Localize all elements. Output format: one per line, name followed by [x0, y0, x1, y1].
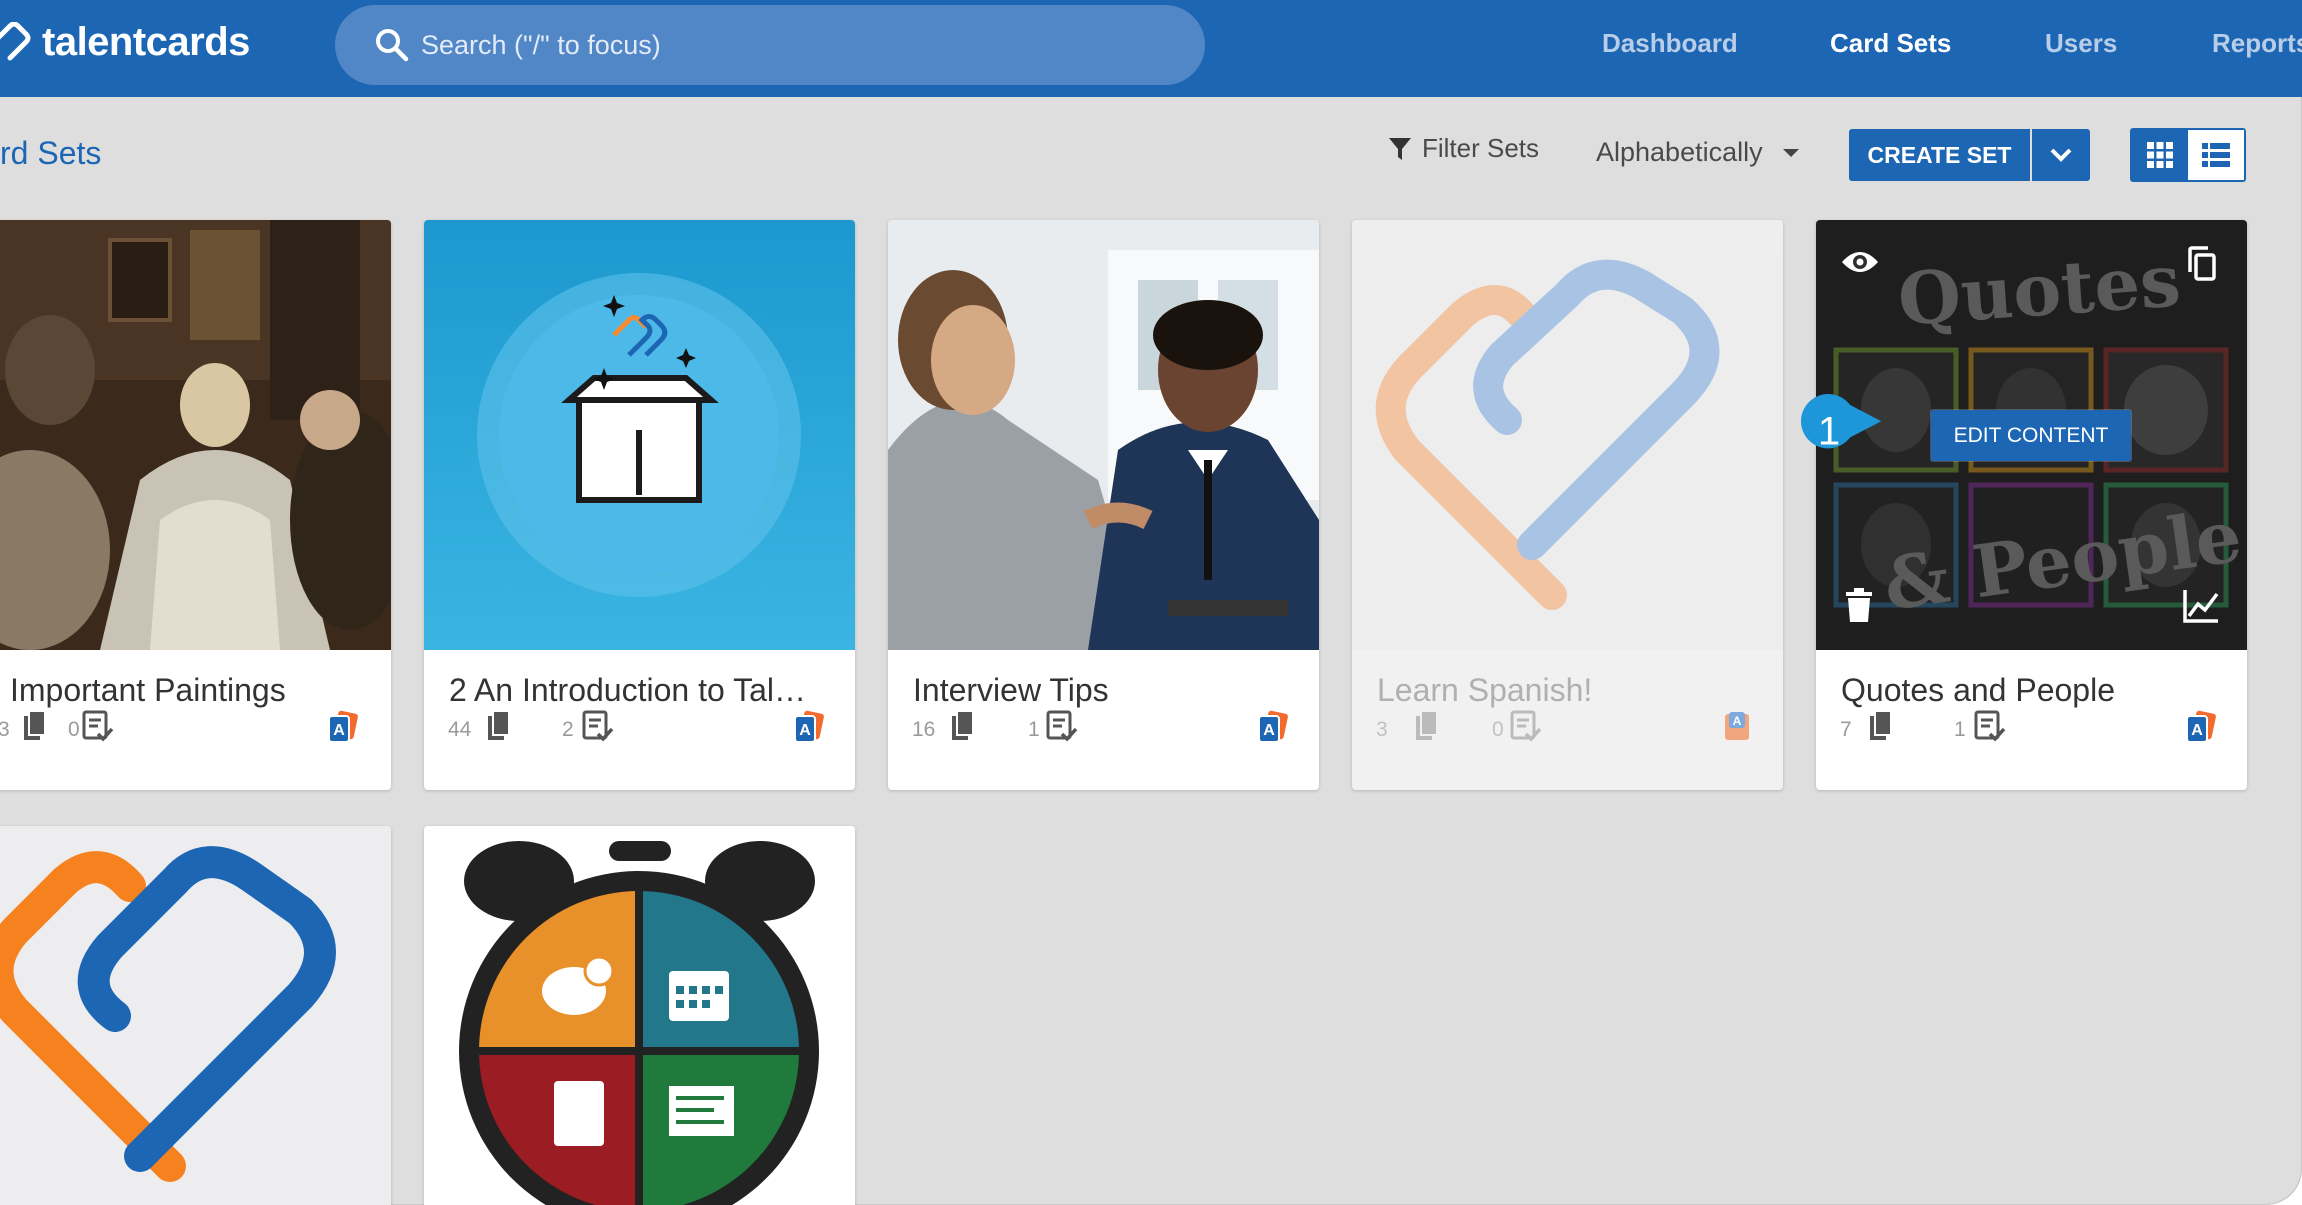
tests-count: 1 [1028, 718, 1040, 741]
step-callout-badge: 1 [1801, 394, 1881, 454]
app-window: talentcards Dashboard Card Sets Users Re… [0, 0, 2302, 1205]
card-set-interview-tips[interactable]: Interview Tips 16 1 A [888, 220, 1319, 790]
grid-icon [2147, 142, 2173, 168]
cards-icon [1416, 710, 1438, 740]
card-set-cover-image [1352, 220, 1783, 650]
cards-count: 16 [912, 718, 936, 741]
sort-label: Alphabetically [1596, 137, 1763, 167]
eye-icon[interactable] [1840, 248, 1880, 276]
test-icon [582, 710, 614, 742]
edit-content-button[interactable]: EDIT CONTENT [1931, 410, 2131, 461]
svg-text:A: A [1263, 722, 1275, 739]
test-icon [1510, 710, 1542, 742]
card-set-cover-image [888, 220, 1319, 650]
view-toggle [2130, 128, 2246, 182]
cards-icon [1870, 710, 1892, 740]
svg-text:A: A [799, 722, 811, 739]
language-badge-icon: A [1258, 710, 1288, 743]
cards-count: 44 [448, 718, 472, 741]
nav-reports[interactable]: Reports [2212, 0, 2302, 87]
cards-count: 3 [1376, 718, 1388, 741]
svg-text:A: A [333, 722, 345, 739]
filter-icon [1389, 137, 1411, 160]
nav-dashboard[interactable]: Dashboard [1602, 0, 1738, 87]
card-set-row2-logo[interactable] [0, 826, 391, 1205]
card-set-title: Quotes and People [1841, 672, 2115, 708]
search-box[interactable] [335, 5, 1205, 85]
nav-card-sets[interactable]: Card Sets [1830, 0, 1951, 87]
filter-sets-button[interactable]: Filter Sets [1388, 133, 1539, 164]
chevron-down-icon [2050, 148, 2072, 162]
cards-count: 7 [1840, 718, 1852, 741]
step-number: 1 [1818, 410, 1840, 454]
tests-count: 2 [562, 718, 574, 741]
caret-down-icon [1782, 148, 1799, 157]
list-view-button[interactable] [2188, 130, 2244, 180]
nav-users[interactable]: Users [2045, 0, 2117, 87]
card-set-cover-image [424, 220, 855, 650]
list-icon [2202, 143, 2230, 167]
brand-name: talentcards [42, 19, 250, 64]
tests-count: 1 [1954, 718, 1966, 741]
brand-logo[interactable]: talentcards [0, 14, 250, 70]
top-navigation-bar: talentcards Dashboard Card Sets Users Re… [0, 0, 2302, 97]
create-set-button[interactable]: CREATE SET [1849, 129, 2030, 181]
card-set-row2-clock[interactable] [424, 826, 855, 1205]
card-set-cover-image [0, 826, 391, 1205]
tests-count: 0 [1492, 718, 1504, 741]
card-set-title: Learn Spanish! [1377, 672, 1593, 708]
tests-count: 0 [68, 718, 80, 741]
svg-text:A: A [2191, 722, 2203, 739]
filter-sets-label: Filter Sets [1422, 133, 1540, 163]
card-set-introduction[interactable]: 2 An Introduction to Tal… 44 2 A [424, 220, 855, 790]
sort-dropdown[interactable]: Alphabetically [1596, 137, 1801, 168]
trash-icon[interactable] [1844, 588, 1874, 624]
chart-icon[interactable] [2182, 588, 2220, 624]
card-set-important-paintings[interactable]: Important Paintings 3 0 A [0, 220, 391, 790]
cards-count: 3 [0, 718, 10, 741]
language-badge-icon: A [1725, 712, 1749, 740]
svg-text:A: A [1733, 714, 1742, 728]
card-set-title: 2 An Introduction to Tal… [449, 672, 806, 708]
card-set-quotes-and-people[interactable]: Quotes & People Quotes and People 7 1 A [1816, 220, 2247, 790]
test-icon [1046, 710, 1078, 742]
card-set-cover-image [0, 220, 391, 650]
cards-icon [952, 710, 974, 740]
cards-icon [24, 710, 46, 740]
card-set-cover-image [424, 826, 855, 1205]
brand-mark-icon [0, 22, 31, 61]
search-input[interactable] [419, 28, 1183, 62]
test-icon [1974, 710, 2006, 742]
grid-view-button[interactable] [2132, 130, 2188, 180]
test-icon [82, 710, 114, 742]
card-set-title: Important Paintings [10, 672, 286, 708]
create-set-menu-button[interactable] [2032, 129, 2090, 181]
cards-icon [488, 710, 510, 740]
language-badge-icon: A [328, 710, 358, 743]
language-badge-icon: A [794, 710, 824, 743]
language-badge-icon: A [2186, 710, 2216, 743]
card-set-learn-spanish[interactable]: Learn Spanish! 3 0 A [1352, 220, 1783, 790]
search-icon [376, 29, 409, 62]
card-set-title: Interview Tips [913, 672, 1109, 708]
page-title: rd Sets [0, 135, 102, 171]
copy-icon[interactable] [2186, 246, 2218, 282]
